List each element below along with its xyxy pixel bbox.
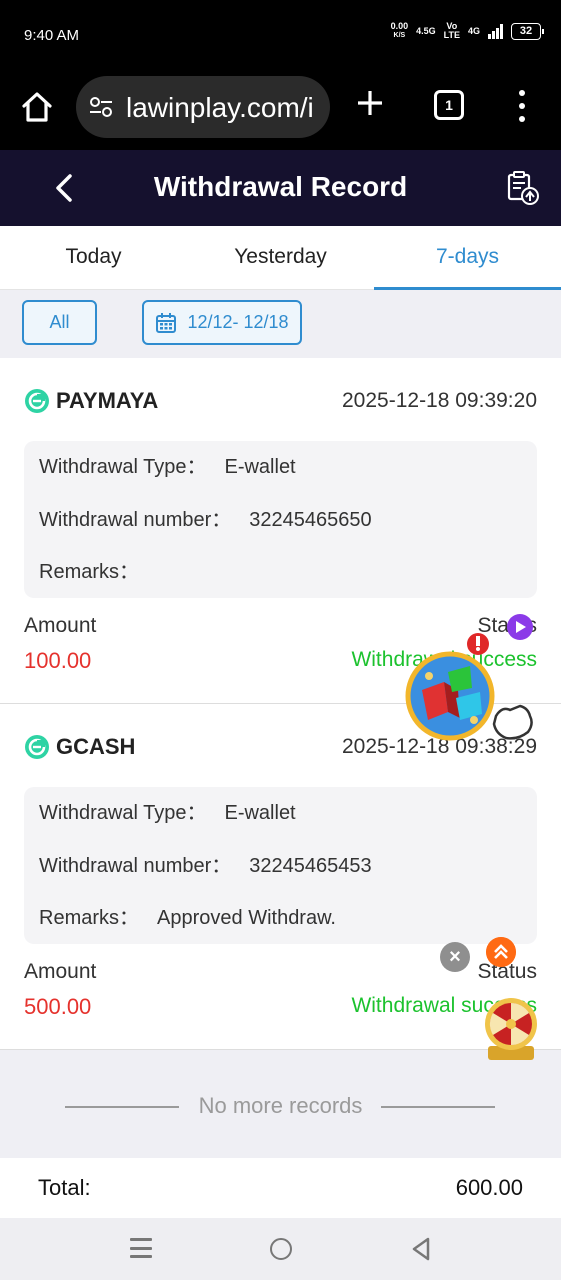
record-header: PAYMAYA 2025-12-18 09:39:20	[24, 386, 537, 416]
volte-label: Vo LTE	[443, 21, 460, 40]
network-label-1: 4.5G	[416, 26, 436, 36]
more-icon[interactable]	[512, 90, 532, 122]
net-speed: 0.00 K/S	[390, 21, 409, 40]
wallet-logo-icon	[25, 389, 49, 413]
page-title: Withdrawal Record	[153, 171, 408, 202]
total-value: 600.00	[455, 1175, 523, 1200]
status-bar: 9:40 AM 0.00 K/S 4.5G Vo LTE 4G 32	[0, 0, 561, 70]
site-settings-icon[interactable]	[89, 96, 113, 118]
tab-7-days[interactable]: 7-days	[374, 226, 561, 290]
promo-game-icon[interactable]	[404, 628, 544, 752]
plus-icon[interactable]	[355, 88, 385, 118]
list-end: No more records	[0, 1050, 561, 1158]
system-nav-bar	[0, 1218, 561, 1280]
remarks-row: Remarks：	[39, 561, 140, 583]
calendar-icon	[156, 312, 177, 333]
clock: 9:40 AM	[24, 27, 80, 44]
wallet-logo-icon	[25, 735, 49, 759]
back-nav-icon[interactable]	[410, 1237, 432, 1261]
url-text[interactable]: lawinplay.com/i	[126, 92, 314, 124]
divider	[381, 1106, 495, 1108]
home-nav-icon[interactable]	[270, 1238, 292, 1260]
payment-method: GCASH	[24, 734, 135, 760]
network-label-2: 4G	[467, 26, 480, 36]
play-badge-icon[interactable]	[506, 613, 534, 641]
withdrawal-number-row: Withdrawal number： 32245465453	[39, 854, 372, 877]
record-datetime: 2025-12-18 09:39:20	[342, 389, 537, 412]
amount-label: Amount	[24, 960, 97, 983]
battery-icon: 32	[511, 22, 544, 40]
withdrawal-type-row: Withdrawal Type： E-wallet	[39, 802, 296, 824]
total-label: Total:	[38, 1175, 91, 1200]
record-details: Withdrawal Type： E-wallet Withdrawal numb…	[24, 441, 537, 598]
amount-value: 500.00	[24, 994, 92, 1019]
record-item[interactable]: GCASH 2025-12-18 09:38:29 Withdrawal Typ…	[0, 704, 561, 1050]
record-details: Withdrawal Type： E-wallet Withdrawal numb…	[24, 787, 537, 944]
export-record-icon[interactable]	[504, 170, 540, 206]
signal-icon	[488, 23, 503, 39]
type-filter-button[interactable]: All	[22, 300, 97, 345]
tab-yesterday[interactable]: Yesterday	[187, 226, 374, 289]
total-bar: Total: 600.00	[0, 1158, 561, 1218]
filter-bar: All 12/12- 12/18	[0, 290, 561, 358]
address-bar[interactable]: lawinplay.com/i	[76, 76, 330, 138]
lucky-wheel-icon[interactable]	[480, 996, 542, 1062]
amount-value: 100.00	[24, 648, 92, 673]
recent-apps-icon[interactable]	[130, 1238, 152, 1258]
date-tabs: Today Yesterday 7-days	[0, 226, 561, 290]
withdrawal-type-row: Withdrawal Type： E-wallet	[39, 456, 296, 478]
browser-toolbar: lawinplay.com/i 1	[0, 70, 561, 150]
status-icons: 0.00 K/S 4.5G Vo LTE 4G 32	[390, 21, 544, 40]
tab-today[interactable]: Today	[0, 226, 187, 289]
close-icon[interactable]: ×	[440, 942, 470, 972]
date-range-button[interactable]: 12/12- 12/18	[142, 300, 302, 345]
scroll-top-icon[interactable]	[486, 937, 516, 967]
tabs-icon[interactable]: 1	[434, 90, 464, 120]
app-header: Withdrawal Record	[0, 150, 561, 226]
withdrawal-number-row: Withdrawal number： 32245465650	[39, 508, 372, 531]
amount-label: Amount	[24, 614, 97, 637]
payment-method: PAYMAYA	[24, 388, 158, 414]
home-icon[interactable]	[20, 90, 54, 124]
